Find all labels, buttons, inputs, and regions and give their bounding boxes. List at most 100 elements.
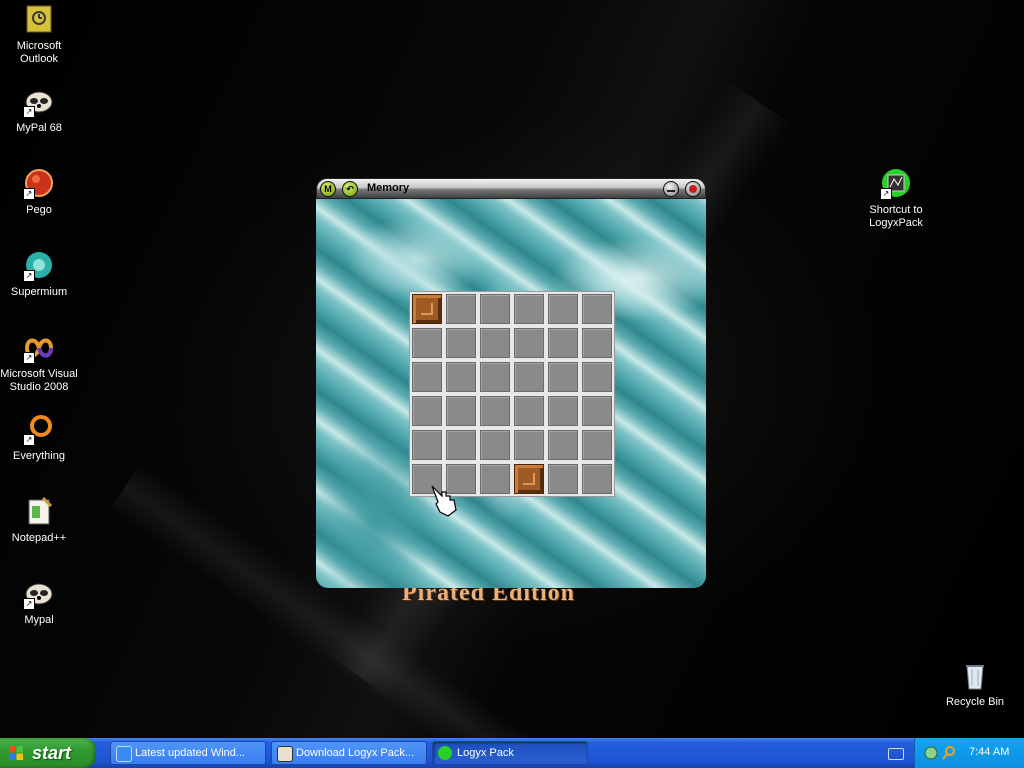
- taskbar-button-mypal[interactable]: Download Logyx Pack...: [271, 741, 427, 765]
- memory-card[interactable]: [582, 430, 612, 460]
- memory-card[interactable]: [548, 362, 578, 392]
- memory-card[interactable]: [446, 328, 476, 358]
- minimize-icon: [667, 190, 675, 192]
- memory-card[interactable]: [582, 396, 612, 426]
- recycle-bin-icon: [959, 660, 991, 692]
- close-icon: [689, 185, 697, 193]
- system-tray: 7:44 AM: [914, 738, 1024, 768]
- undo-icon: ↶: [346, 184, 354, 194]
- memory-card[interactable]: [480, 294, 510, 324]
- memory-card[interactable]: [582, 294, 612, 324]
- everything-icon: ↗: [23, 414, 55, 446]
- search-icon[interactable]: [941, 745, 957, 761]
- desktop-icon-logyxpack[interactable]: ↗ Shortcut to LogyxPack: [857, 168, 935, 230]
- memory-card[interactable]: [412, 362, 442, 392]
- game-area: [316, 199, 706, 588]
- desktop-icon-supermium[interactable]: ↗ Supermium: [0, 250, 78, 299]
- memory-card[interactable]: [582, 328, 612, 358]
- memory-card[interactable]: [480, 396, 510, 426]
- shortcut-arrow-icon: ↗: [880, 188, 892, 200]
- desktop-icon-everything[interactable]: ↗ Everything: [0, 414, 78, 463]
- shortcut-arrow-icon: ↗: [23, 352, 35, 364]
- memory-card[interactable]: [446, 362, 476, 392]
- desktop: Microsoft Outlook ↗ MyPal 68 ↗ Pego ↗ Su…: [0, 0, 1024, 738]
- mypal-icon: ↗: [23, 578, 55, 610]
- desktop-icon-mypal68[interactable]: ↗ MyPal 68: [0, 86, 78, 135]
- memory-card[interactable]: [480, 362, 510, 392]
- desktop-icon-visual-studio[interactable]: ↗ Microsoft Visual Studio 2008: [0, 332, 78, 394]
- desktop-icon-label: Microsoft Visual Studio 2008: [0, 368, 78, 393]
- memory-card[interactable]: [480, 464, 510, 494]
- outlook-icon: [23, 4, 55, 36]
- memory-card[interactable]: [514, 362, 544, 392]
- desktop-icon-label: Notepad++: [11, 532, 67, 544]
- minimize-button[interactable]: [663, 181, 679, 197]
- memory-card[interactable]: [514, 294, 544, 324]
- desktop-icon-recycle-bin[interactable]: Recycle Bin: [936, 660, 1014, 709]
- pego-icon: ↗: [23, 168, 55, 200]
- memory-card[interactable]: [412, 396, 442, 426]
- memory-card[interactable]: [582, 464, 612, 494]
- memory-card[interactable]: [412, 328, 442, 358]
- logyx-icon: [438, 746, 452, 760]
- taskbar-button-label: Latest updated Wind...: [135, 747, 246, 759]
- mypal-icon: ↗: [23, 86, 55, 118]
- memory-card[interactable]: [514, 430, 544, 460]
- visual-studio-icon: ↗: [23, 332, 55, 364]
- keyboard-layout-icon[interactable]: [888, 748, 904, 760]
- desktop-icon-label: Supermium: [10, 286, 68, 298]
- desktop-icon-outlook[interactable]: Microsoft Outlook: [0, 4, 78, 66]
- taskbar-button-ie[interactable]: Latest updated Wind...: [110, 741, 266, 765]
- menu-button-label: M: [324, 184, 332, 194]
- notepadpp-icon: [23, 496, 55, 528]
- supermium-icon: ↗: [23, 250, 55, 282]
- memory-card[interactable]: [548, 464, 578, 494]
- desktop-icon-label: Mypal: [24, 614, 54, 626]
- close-button[interactable]: [685, 181, 701, 197]
- desktop-icon-label: Shortcut to LogyxPack: [869, 204, 923, 229]
- memory-card[interactable]: [548, 294, 578, 324]
- start-button[interactable]: start: [0, 738, 96, 768]
- memory-card[interactable]: [548, 396, 578, 426]
- memory-card-revealed[interactable]: [412, 294, 442, 324]
- desktop-icon-mypal[interactable]: ↗ Mypal: [0, 578, 78, 627]
- taskbar: start Latest updated Wind... Download Lo…: [0, 738, 1024, 768]
- memory-card[interactable]: [514, 396, 544, 426]
- desktop-icon-label: Microsoft Outlook: [16, 40, 62, 65]
- memory-card[interactable]: [446, 430, 476, 460]
- shortcut-arrow-icon: ↗: [23, 188, 35, 200]
- desktop-icon-label: Pego: [26, 204, 52, 216]
- shortcut-arrow-icon: ↗: [23, 106, 35, 118]
- memory-card[interactable]: [514, 328, 544, 358]
- memory-card[interactable]: [446, 396, 476, 426]
- desktop-icon-notepadpp[interactable]: Notepad++: [0, 496, 78, 545]
- memory-card[interactable]: [412, 430, 442, 460]
- logyxpack-icon: ↗: [880, 168, 912, 200]
- window-titlebar[interactable]: M ↶ Memory: [316, 178, 706, 199]
- memory-card[interactable]: [480, 430, 510, 460]
- windows-flag-icon: [9, 746, 23, 760]
- memory-card[interactable]: [548, 430, 578, 460]
- ie-icon: [116, 746, 132, 762]
- memory-card[interactable]: [582, 362, 612, 392]
- memory-card[interactable]: [480, 328, 510, 358]
- start-label: start: [32, 743, 72, 763]
- memory-card-revealed[interactable]: [514, 464, 544, 494]
- undo-button[interactable]: ↶: [342, 181, 358, 197]
- memory-card[interactable]: [446, 294, 476, 324]
- network-icon[interactable]: [923, 745, 939, 761]
- hand-cursor-icon: [428, 482, 462, 523]
- memory-grid: [409, 291, 615, 497]
- shortcut-arrow-icon: ↗: [23, 270, 35, 282]
- taskbar-button-logyx[interactable]: Logyx Pack: [432, 741, 588, 765]
- mypal-icon: [277, 746, 293, 762]
- window-title: Memory: [367, 182, 410, 194]
- memory-card[interactable]: [548, 328, 578, 358]
- shortcut-arrow-icon: ↗: [23, 598, 35, 610]
- taskbar-button-label: Logyx Pack: [457, 747, 514, 759]
- desktop-icon-pego[interactable]: ↗ Pego: [0, 168, 78, 217]
- desktop-icon-label: Recycle Bin: [945, 696, 1005, 708]
- menu-button[interactable]: M: [320, 181, 336, 197]
- clock[interactable]: 7:44 AM: [969, 746, 1009, 758]
- memory-window: M ↶ Memory: [316, 178, 706, 588]
